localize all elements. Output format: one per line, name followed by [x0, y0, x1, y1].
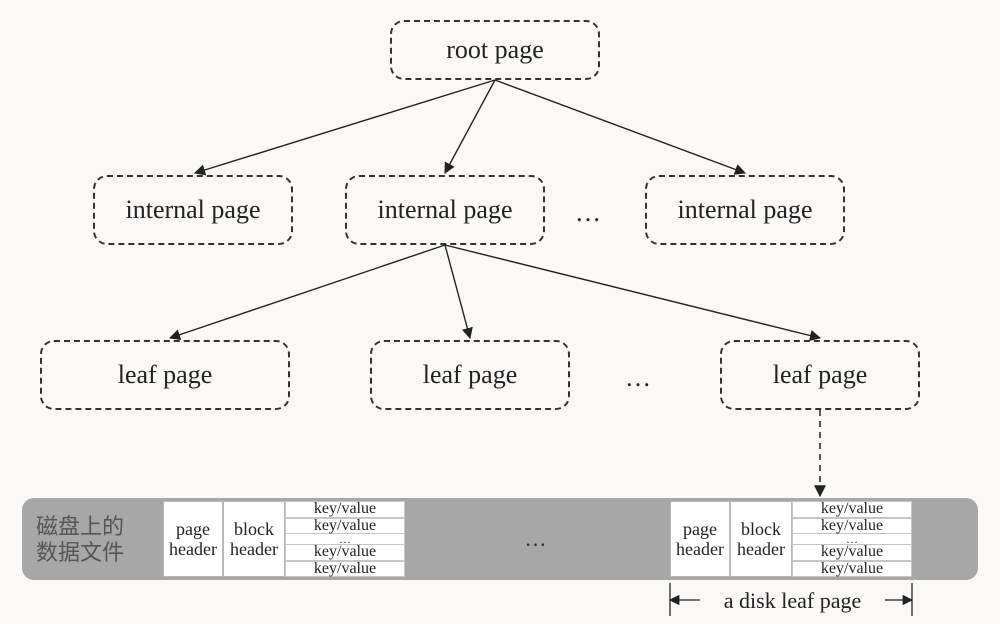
storage-ellipsis: … — [405, 501, 670, 577]
kv-cell: key/value — [792, 544, 912, 561]
internal-page-label-3: internal page — [678, 195, 813, 225]
block-header-label-1: block header — [224, 519, 284, 559]
block-header-label-2: block header — [731, 519, 791, 559]
diagram-stage: root page internal page internal page … … — [0, 0, 1000, 624]
leaf-page-node-2: leaf page — [370, 340, 570, 410]
internal-page-node-2: internal page — [345, 175, 545, 245]
internal-ellipsis: … — [575, 198, 605, 228]
kv-cell: key/value — [285, 544, 405, 561]
leaf-page-node-3: leaf page — [720, 340, 920, 410]
kv-cell: key/value — [285, 561, 405, 578]
leaf-ellipsis: … — [625, 363, 655, 393]
block-header-cell-2: block header — [730, 501, 792, 577]
page-header-label-1: page header — [164, 519, 222, 559]
storage-caption-line2: 数据文件 — [36, 540, 124, 565]
leaf-page-label-3: leaf page — [773, 360, 868, 390]
block-header-cell-1: block header — [223, 501, 285, 577]
leaf-page-label-1: leaf page — [118, 360, 213, 390]
page-header-label-2: page header — [671, 519, 729, 559]
disk-leaf-page-label: a disk leaf page — [700, 588, 885, 614]
root-page-node: root page — [390, 20, 600, 80]
storage-caption-line1: 磁盘上的 — [36, 514, 124, 539]
page-header-cell-2: page header — [670, 501, 730, 577]
internal-page-label-1: internal page — [126, 195, 261, 225]
kv-stack-1: key/value key/value … key/value key/valu… — [285, 501, 405, 577]
internal-page-node-3: internal page — [645, 175, 845, 245]
kv-cell: key/value — [792, 561, 912, 578]
storage-caption: 磁盘上的 数据文件 — [36, 514, 156, 566]
leaf-page-node-1: leaf page — [40, 340, 290, 410]
root-page-label: root page — [446, 35, 543, 65]
kv-cell: key/value — [285, 501, 405, 518]
leaf-page-label-2: leaf page — [423, 360, 518, 390]
kv-cell: key/value — [792, 501, 912, 518]
page-header-cell-1: page header — [163, 501, 223, 577]
internal-page-node-1: internal page — [93, 175, 293, 245]
kv-stack-2: key/value key/value … key/value key/valu… — [792, 501, 912, 577]
internal-page-label-2: internal page — [378, 195, 513, 225]
